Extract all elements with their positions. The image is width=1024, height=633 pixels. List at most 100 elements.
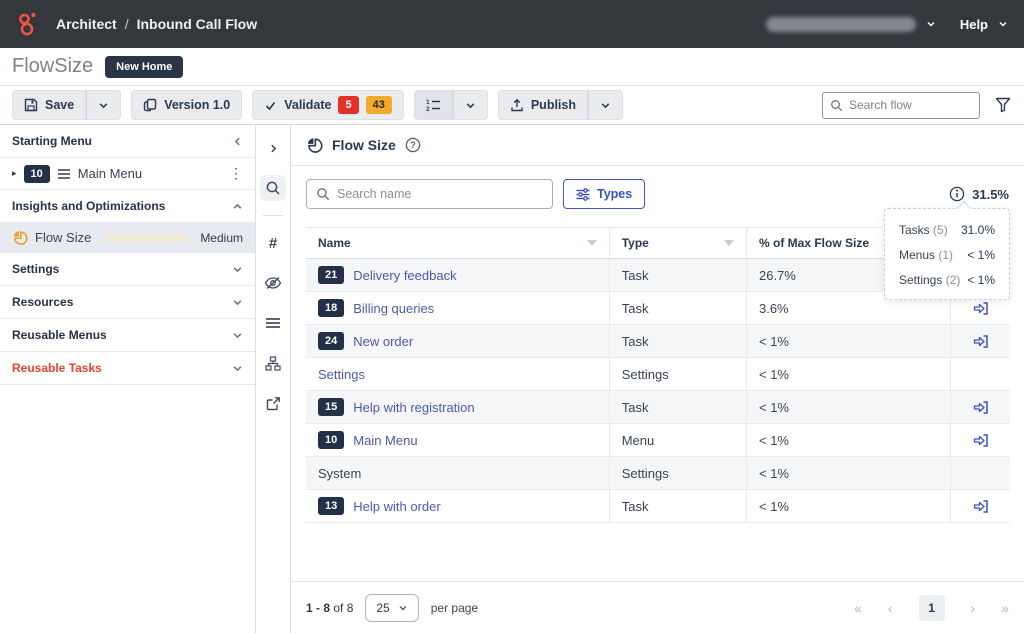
flow-item-name[interactable]: New order — [353, 334, 413, 349]
validate-error-badge[interactable]: 5 — [338, 96, 358, 114]
open-external-button[interactable] — [260, 390, 286, 416]
validate-warning-badge[interactable]: 43 — [366, 96, 392, 114]
jump-to-item-button[interactable] — [973, 334, 989, 349]
publish-options-button[interactable] — [588, 90, 623, 120]
validate-button[interactable]: Validate 5 43 — [252, 90, 404, 120]
sequence-options-button[interactable] — [453, 90, 488, 120]
expand-triangle-icon[interactable]: ▸ — [12, 168, 17, 179]
types-label: Types — [597, 187, 632, 201]
publish-label: Publish — [531, 98, 576, 112]
hide-tool-button[interactable] — [260, 270, 286, 296]
row-range: 1 - 8 — [306, 601, 330, 615]
sidebar-section-reusable-menus[interactable]: Reusable Menus — [0, 319, 255, 352]
node-count-badge: 15 — [318, 398, 344, 416]
table-footer: 1 - 8 of 8 25 per page « ‹ 1 › » — [291, 581, 1024, 633]
sidebar-item-flow-size[interactable]: Flow Size Medium — [0, 223, 255, 253]
chevron-up-icon[interactable] — [232, 201, 243, 212]
flow-item-name[interactable]: Billing queries — [353, 301, 434, 316]
flow-item-name[interactable]: Main Menu — [353, 433, 417, 448]
save-button[interactable]: Save — [12, 90, 86, 120]
flow-item-name[interactable]: Settings — [318, 367, 365, 382]
chevron-down-icon[interactable] — [232, 264, 243, 275]
flow-item-name[interactable]: Help with order — [353, 499, 440, 514]
popup-tasks-count: (5) — [933, 223, 948, 237]
search-name-input[interactable] — [337, 187, 527, 201]
first-page-button[interactable]: « — [854, 600, 862, 616]
collapse-left-icon[interactable] — [232, 136, 243, 147]
jump-to-item-button[interactable] — [973, 400, 989, 415]
sitemap-icon — [265, 356, 281, 371]
sort-icon-type[interactable] — [724, 240, 734, 246]
next-page-button[interactable]: › — [971, 600, 976, 616]
table-row: SettingsSettings< 1% — [306, 358, 1010, 391]
flow-size-breakdown-popup: Tasks (5) 31.0% Menus (1) < 1% Settings … — [884, 208, 1010, 300]
versions-copy-icon — [143, 98, 157, 112]
chevron-down-icon[interactable] — [232, 330, 243, 341]
version-button-group: Version 1.0 — [131, 90, 242, 120]
current-page-button[interactable]: 1 — [919, 595, 945, 621]
breadcrumb-app[interactable]: Architect — [56, 16, 117, 32]
chevron-down-icon[interactable] — [232, 297, 243, 308]
help-menu[interactable]: Help — [960, 17, 988, 32]
version-button[interactable]: Version 1.0 — [131, 90, 242, 120]
last-page-button[interactable]: » — [1001, 600, 1009, 616]
info-circle-icon[interactable] — [949, 186, 965, 202]
pie-chart-icon — [306, 137, 323, 154]
flow-structure-button[interactable] — [260, 350, 286, 376]
search-tool-button[interactable] — [260, 175, 286, 201]
sidebar-section-insights[interactable]: Insights and Optimizations — [0, 190, 255, 223]
search-flow-input[interactable] — [849, 98, 959, 112]
jump-to-item-button[interactable] — [973, 301, 989, 316]
action-cell — [950, 325, 1010, 357]
flow-sidebar: Starting Menu ▸ 10 Main Menu ⋮ Insights … — [0, 125, 256, 633]
jump-to-flow-icon — [973, 334, 989, 349]
kebab-menu-icon[interactable]: ⋮ — [229, 165, 243, 182]
sidebar-item-main-menu[interactable]: ▸ 10 Main Menu ⋮ — [0, 158, 255, 190]
numbering-tool-button[interactable]: # — [260, 230, 286, 256]
user-account-redacted[interactable] — [766, 17, 916, 32]
jump-to-flow-icon — [973, 400, 989, 415]
node-count-badge: 13 — [318, 497, 344, 515]
sidebar-section-resources[interactable]: Resources — [0, 286, 255, 319]
popup-menus-label: Menus — [899, 248, 935, 262]
sort-icon-name[interactable] — [587, 240, 597, 246]
total-flow-size[interactable]: 31.5% — [949, 186, 1009, 202]
pie-chart-icon — [12, 230, 28, 246]
help-chevron-down-icon[interactable] — [998, 19, 1008, 29]
table-row: 10Main MenuMenu< 1% — [306, 424, 1010, 457]
flow-item-name[interactable]: Delivery feedback — [353, 268, 456, 283]
help-circle-icon[interactable]: ? — [405, 137, 421, 153]
numbered-list-icon: 1 2 — [426, 98, 441, 112]
sidebar-section-starting-menu[interactable]: Starting Menu — [0, 125, 255, 158]
flow-title-bar: FlowSize New Home — [0, 48, 1024, 86]
sidebar-section-reusable-tasks[interactable]: Reusable Tasks — [0, 352, 255, 385]
pct-cell: < 1% — [746, 391, 950, 423]
svg-text:2: 2 — [426, 106, 430, 112]
publish-button[interactable]: Publish — [498, 90, 588, 120]
name-cell: Settings — [306, 358, 609, 390]
flow-item-name[interactable]: Help with registration — [353, 400, 474, 415]
per-page-label: per page — [431, 601, 478, 615]
resources-section-label: Resources — [12, 295, 73, 309]
user-menu-chevron-down-icon[interactable] — [926, 19, 936, 29]
types-filter-button[interactable]: Types — [563, 179, 645, 209]
panel-header: Flow Size ? — [291, 125, 1024, 166]
external-link-icon — [266, 396, 281, 411]
chevron-down-icon[interactable] — [232, 363, 243, 374]
jump-to-item-button[interactable] — [973, 499, 989, 514]
numbered-list-button[interactable]: 1 2 — [414, 90, 453, 120]
flow-item-name: System — [318, 466, 361, 481]
hamburger-lines-icon — [265, 317, 281, 329]
filter-funnel-icon[interactable] — [994, 96, 1012, 114]
list-view-button[interactable] — [260, 310, 286, 336]
chevron-down-icon — [398, 603, 408, 613]
page-size-select[interactable]: 25 — [365, 594, 418, 622]
jump-to-item-button[interactable] — [973, 433, 989, 448]
genesys-logo-icon[interactable] — [16, 11, 42, 37]
name-cell: 18Billing queries — [306, 292, 609, 324]
sidebar-section-settings[interactable]: Settings — [0, 253, 255, 286]
reusable-menus-section-label: Reusable Menus — [12, 328, 107, 342]
expand-panel-button[interactable] — [260, 135, 286, 161]
prev-page-button[interactable]: ‹ — [888, 600, 893, 616]
save-options-button[interactable] — [86, 90, 121, 120]
